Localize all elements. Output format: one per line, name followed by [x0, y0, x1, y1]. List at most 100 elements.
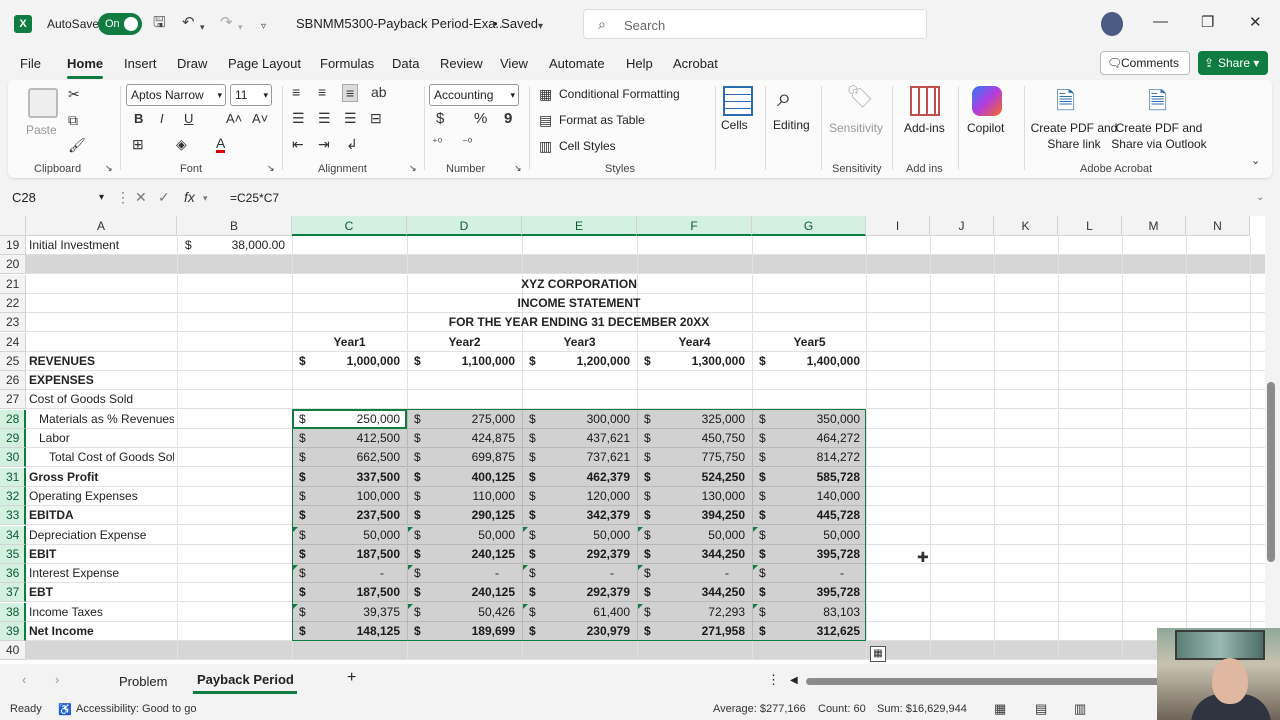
- orientation-icon[interactable]: ab: [371, 84, 387, 100]
- decrease-decimal-icon[interactable]: ⁻⁰: [462, 136, 472, 149]
- active-cell-value[interactable]: 250,000: [292, 410, 400, 429]
- restore-icon[interactable]: ❐: [1201, 13, 1214, 31]
- cancel-icon[interactable]: ✕: [135, 189, 147, 206]
- horizontal-scroll-thumb[interactable]: [806, 678, 1166, 685]
- font-name-combo[interactable]: Aptos Narrow ▾: [126, 84, 226, 106]
- column-header-e[interactable]: E: [522, 216, 637, 236]
- sum-value[interactable]: Sum: $16,629,944: [877, 703, 967, 715]
- increase-decimal-icon[interactable]: ⁺⁰: [432, 136, 442, 149]
- number-format-combo[interactable]: Accounting ▾: [429, 84, 519, 106]
- row-header-37[interactable]: 37: [0, 583, 26, 603]
- sensitivity-icon[interactable]: 🏷: [846, 84, 874, 110]
- cell-styles-button[interactable]: Cell Styles: [559, 139, 616, 153]
- cut-icon[interactable]: ✂: [68, 86, 80, 103]
- align-right-icon[interactable]: ☰: [344, 110, 357, 127]
- row-header-33[interactable]: 33: [0, 506, 26, 526]
- pdf-link-icon[interactable]: 🗎: [1056, 84, 1075, 125]
- top-align-icon[interactable]: ≡: [292, 84, 300, 100]
- chevron-down-icon[interactable]: ▾: [538, 18, 543, 36]
- share-button[interactable]: ⇪ Share ▾: [1198, 51, 1268, 75]
- column-header-d[interactable]: D: [407, 216, 522, 236]
- sensitivity-label[interactable]: Sensitivity: [829, 120, 883, 136]
- undo-dropdown-icon[interactable]: ▾: [200, 18, 205, 36]
- row-header-22[interactable]: 22: [0, 293, 26, 313]
- conditional-formatting-icon[interactable]: ▦: [539, 86, 552, 103]
- value-cell[interactable]: 1,100,000: [407, 352, 515, 371]
- increase-indent-icon[interactable]: ⇥: [318, 136, 330, 153]
- addins-icon[interactable]: [910, 86, 940, 116]
- row-header-26[interactable]: 26: [0, 371, 26, 391]
- dialog-launcher-icon[interactable]: ↘: [105, 163, 113, 174]
- bold-icon[interactable]: B: [134, 111, 143, 126]
- value-cell[interactable]: 1,300,000: [637, 352, 745, 371]
- value-cell[interactable]: 1,400,000: [752, 352, 860, 371]
- customize-qat-icon[interactable]: ▿: [261, 18, 266, 36]
- column-header-g[interactable]: G: [752, 216, 866, 236]
- merge-center-icon[interactable]: ⊟: [370, 110, 382, 127]
- wrap-text-icon[interactable]: ↲: [346, 136, 358, 153]
- insert-function-icon[interactable]: fx: [184, 189, 195, 205]
- accessibility-icon[interactable]: ♿: [58, 703, 72, 716]
- redo-dropdown-icon[interactable]: ▾: [238, 18, 243, 36]
- font-size-combo[interactable]: 11 ▾: [230, 84, 272, 106]
- add-sheet-button[interactable]: +: [347, 669, 356, 687]
- row-header-30[interactable]: 30: [0, 448, 26, 468]
- comments-button[interactable]: 🗨 Comments: [1100, 51, 1190, 75]
- ribbon-collapse-icon[interactable]: ⌄: [1251, 154, 1260, 167]
- bottom-align-icon[interactable]: ≡: [342, 84, 359, 102]
- format-as-table-button[interactable]: Format as Table: [559, 113, 645, 127]
- align-left-icon[interactable]: ☰: [292, 110, 305, 127]
- scroll-thumb[interactable]: [1267, 382, 1275, 562]
- dialog-launcher-icon[interactable]: ↘: [409, 163, 417, 174]
- row-header-31[interactable]: 31: [0, 467, 26, 487]
- average-value[interactable]: Average: $277,166: [713, 703, 806, 715]
- sheet-tab-problem[interactable]: Problem: [119, 674, 167, 689]
- format-painter-icon[interactable]: 🖌: [68, 137, 86, 154]
- tab-help[interactable]: Help: [626, 56, 653, 71]
- cell-styles-icon[interactable]: ▥: [539, 138, 552, 155]
- row-header-23[interactable]: 23: [0, 313, 26, 333]
- underline-icon[interactable]: U: [184, 111, 193, 126]
- worksheet-grid[interactable]: A B C D E F G I J K L M N 19 Initial Investment $38,000…: [0, 216, 1265, 664]
- minimize-icon[interactable]: —: [1153, 13, 1168, 30]
- tab-automate[interactable]: Automate: [549, 56, 605, 71]
- column-header-k[interactable]: K: [994, 216, 1058, 236]
- selected-range[interactable]: [292, 409, 866, 641]
- column-header-l[interactable]: L: [1058, 216, 1122, 236]
- align-center-icon[interactable]: ☰: [318, 110, 331, 127]
- tab-data[interactable]: Data: [392, 56, 419, 71]
- formula-input[interactable]: =C25*C7: [230, 191, 279, 205]
- row-header-25[interactable]: 25: [0, 351, 26, 371]
- column-header-n[interactable]: N: [1186, 216, 1250, 236]
- count-value[interactable]: Count: 60: [818, 703, 866, 715]
- tab-acrobat[interactable]: Acrobat: [673, 56, 718, 71]
- column-header-a[interactable]: A: [26, 216, 177, 236]
- row-header-38[interactable]: 38: [0, 602, 26, 622]
- tab-review[interactable]: Review: [440, 56, 483, 71]
- row-header-29[interactable]: 29: [0, 429, 26, 448]
- autosave-toggle[interactable]: On: [98, 13, 142, 35]
- copy-icon[interactable]: ⧉: [68, 112, 78, 129]
- close-icon[interactable]: ✕: [1249, 13, 1262, 31]
- dialog-launcher-icon[interactable]: ↘: [267, 163, 275, 174]
- tab-page-layout[interactable]: Page Layout: [228, 56, 301, 71]
- row-header-40[interactable]: 40: [0, 641, 26, 661]
- quick-analysis-icon[interactable]: ▦: [870, 646, 886, 662]
- row-header-35[interactable]: 35: [0, 544, 26, 564]
- cells-label[interactable]: Cells: [721, 117, 748, 133]
- undo-icon[interactable]: ↶: [182, 14, 195, 32]
- cells-icon[interactable]: [723, 86, 753, 116]
- value-cell[interactable]: 1,000,000: [292, 352, 400, 371]
- more-icon[interactable]: ⋮: [116, 189, 130, 206]
- more-icon[interactable]: ⋮: [767, 672, 780, 688]
- copilot-label[interactable]: Copilot: [967, 120, 1004, 136]
- normal-view-icon[interactable]: ▦: [994, 701, 1006, 717]
- next-sheet-icon[interactable]: ›: [55, 672, 59, 687]
- saved-status[interactable]: • Saved: [493, 16, 538, 31]
- row-header-24[interactable]: 24: [0, 332, 26, 352]
- sheet-tab-payback-period[interactable]: Payback Period: [197, 672, 294, 687]
- search-box[interactable]: ⌕ Search: [583, 9, 927, 39]
- middle-align-icon[interactable]: ≡: [318, 84, 326, 100]
- addins-label[interactable]: Add-ins: [904, 120, 945, 136]
- decrease-indent-icon[interactable]: ⇤: [292, 136, 304, 153]
